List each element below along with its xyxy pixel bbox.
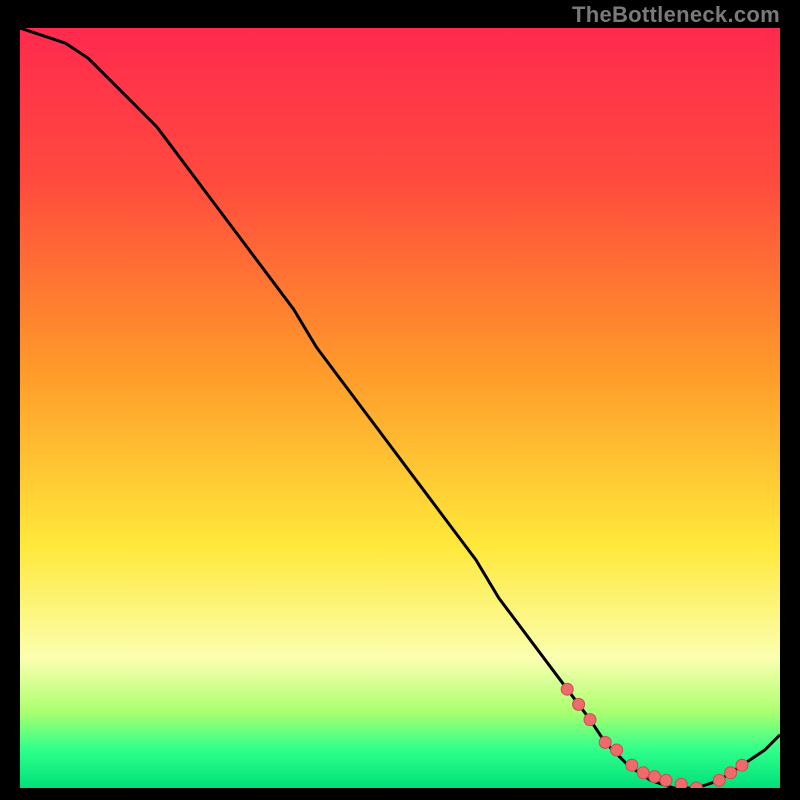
marker-point bbox=[713, 774, 725, 786]
marker-point bbox=[584, 714, 596, 726]
marker-point bbox=[660, 774, 672, 786]
chart-stage: TheBottleneck.com bbox=[0, 0, 800, 800]
bottleneck-plot bbox=[20, 28, 780, 788]
marker-point bbox=[626, 759, 638, 771]
marker-point bbox=[675, 778, 687, 788]
marker-point bbox=[637, 767, 649, 779]
watermark-text: TheBottleneck.com bbox=[572, 2, 780, 28]
marker-point bbox=[561, 683, 573, 695]
marker-point bbox=[649, 771, 661, 783]
marker-point bbox=[725, 767, 737, 779]
marker-point bbox=[611, 744, 623, 756]
marker-point bbox=[736, 759, 748, 771]
gradient-background bbox=[20, 28, 780, 788]
marker-point bbox=[599, 736, 611, 748]
marker-point bbox=[573, 698, 585, 710]
